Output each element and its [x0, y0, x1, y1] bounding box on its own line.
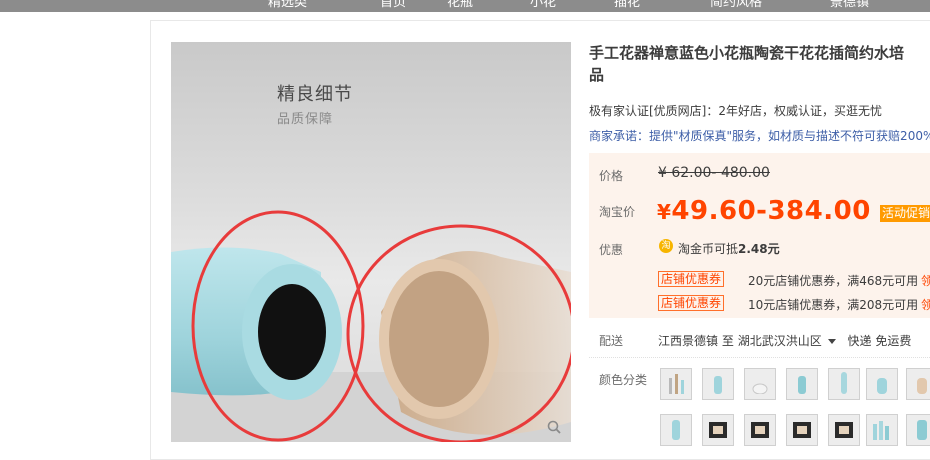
nav-item[interactable]: 小花	[530, 0, 556, 10]
taojinbi-coin-icon: 淘	[659, 239, 673, 253]
claim-coupon-button[interactable]: 领	[921, 272, 930, 289]
chevron-down-icon[interactable]	[827, 339, 836, 344]
currency-symbol: ¥	[657, 200, 672, 224]
certification-text: 极有家认证[优质网店]：2年好店，权威认证，买逛无忧	[589, 104, 883, 118]
vase-photo	[171, 210, 571, 442]
color-swatch[interactable]	[744, 368, 776, 400]
claim-coupon-button[interactable]: 领	[921, 296, 930, 313]
activity-badge[interactable]: 活动促销	[880, 205, 930, 222]
delivery-label: 配送	[599, 334, 624, 348]
color-category-label: 颜色分类	[599, 373, 648, 387]
shipping-method: 快递	[847, 334, 872, 348]
color-swatch[interactable]	[744, 414, 776, 446]
color-swatch[interactable]	[702, 368, 734, 400]
nav-item[interactable]: 精选类	[268, 0, 307, 10]
product-title-line2: 品	[589, 66, 605, 84]
color-swatch[interactable]	[660, 414, 692, 446]
color-swatch[interactable]	[828, 414, 860, 446]
magnifier-icon[interactable]	[547, 420, 561, 434]
current-price-value: 49.60-384.00	[671, 196, 871, 226]
color-swatch[interactable]	[786, 414, 818, 446]
color-swatch[interactable]	[702, 414, 734, 446]
coin-deduction-amount: 2.48元	[738, 242, 780, 256]
ship-from: 江西景德镇	[658, 334, 719, 348]
shipping-fee: 免运费	[875, 334, 912, 348]
color-swatch[interactable]	[828, 368, 860, 400]
coupon-description: 20元店铺优惠券，满468元可用	[748, 274, 919, 288]
image-caption-title: 精良细节	[277, 84, 353, 105]
image-caption-subtitle: 品质保障	[277, 112, 334, 127]
top-navigation-bar: 精选类 首页 花瓶 小花 插花 简约风格 景德镇	[0, 0, 930, 12]
color-swatch[interactable]	[866, 414, 898, 446]
product-title: 手工花器禅意蓝色小花瓶陶瓷干花花插简约水培 品	[589, 42, 930, 86]
color-swatch[interactable]	[906, 414, 930, 446]
nav-item[interactable]: 花瓶	[447, 0, 473, 10]
shop-coupon-tag: 店铺优惠券	[658, 295, 725, 311]
merchant-promise: 商家承诺：提供"材质保真"服务，如材质与描述不符可获赔200%	[589, 127, 930, 144]
nav-item[interactable]: 首页	[380, 0, 406, 10]
color-swatch[interactable]	[660, 368, 692, 400]
ship-to-word: 至	[721, 334, 734, 348]
color-swatch[interactable]	[906, 368, 930, 400]
nav-item[interactable]: 插花	[614, 0, 640, 10]
nav-menu: 精选类 首页 花瓶 小花 插花 简约风格 景德镇	[0, 0, 930, 11]
shop-coupon-tag: 店铺优惠券	[658, 271, 725, 287]
price-label: 价格	[599, 169, 624, 183]
color-swatch[interactable]	[786, 368, 818, 400]
nav-item[interactable]: 景德镇	[830, 0, 869, 10]
coin-deduction: 淘金币可抵2.48元	[678, 240, 780, 257]
original-price: ¥ 62.00- 480.00	[658, 165, 770, 181]
nav-item[interactable]: 简约风格	[710, 0, 762, 10]
section-divider	[589, 357, 930, 358]
product-main-image[interactable]: 精良细节 品质保障	[171, 42, 571, 442]
destination-selector[interactable]: 湖北武汉洪山区	[738, 334, 822, 348]
delivery-info: 江西景德镇 至 湖北武汉洪山区 快递 免运费	[658, 332, 911, 349]
promise-text[interactable]: 提供"材质保真"服务，如材质与描述不符可获赔200%	[649, 129, 930, 143]
current-price: ¥49.60-384.00	[657, 196, 871, 226]
promise-label: 商家承诺：	[589, 129, 650, 143]
product-title-line1: 手工花器禅意蓝色小花瓶陶瓷干花花插简约水培	[589, 44, 905, 62]
coin-deduction-text: 淘金币可抵	[678, 242, 739, 256]
color-swatch[interactable]	[866, 368, 898, 400]
discount-label: 优惠	[599, 243, 624, 257]
taobao-price-label: 淘宝价	[599, 205, 636, 219]
coupon-description: 10元店铺优惠券，满208元可用	[748, 298, 919, 312]
